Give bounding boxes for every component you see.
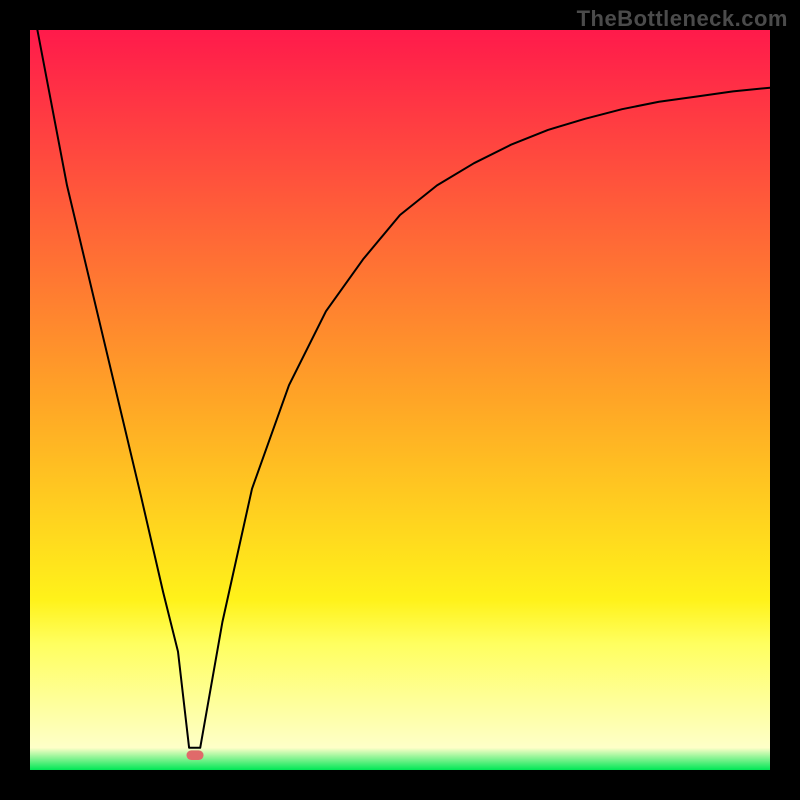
bottleneck-chart xyxy=(0,0,800,800)
optimal-marker xyxy=(187,750,204,760)
watermark-text: TheBottleneck.com xyxy=(577,6,788,32)
plot-background xyxy=(30,30,770,770)
chart-frame: TheBottleneck.com xyxy=(0,0,800,800)
